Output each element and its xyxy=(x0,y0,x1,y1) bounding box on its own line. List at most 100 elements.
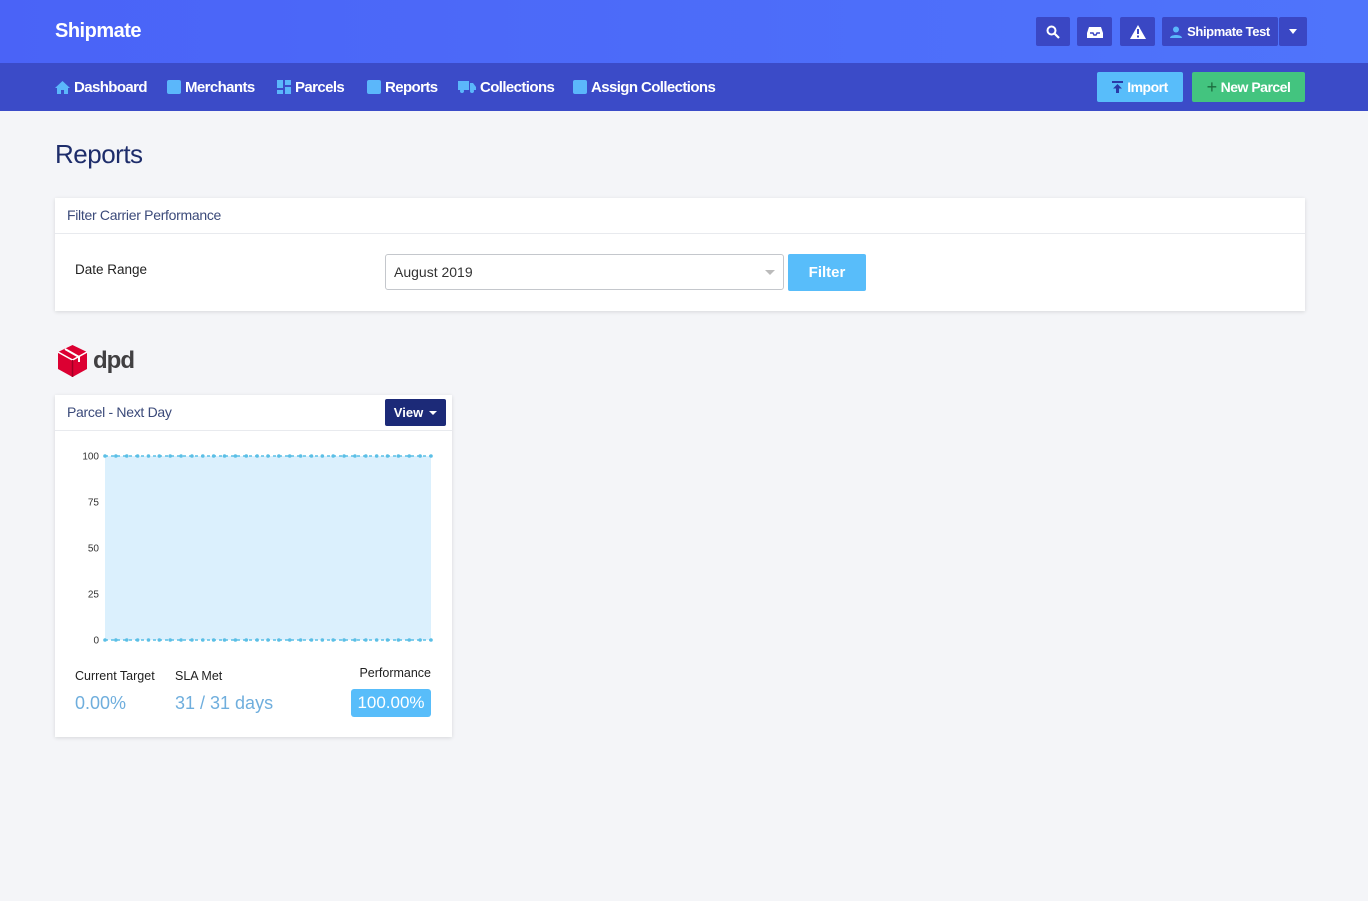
filter-card: Filter Carrier Performance Date Range Au… xyxy=(55,198,1305,311)
date-range-label: Date Range xyxy=(75,262,148,277)
series-area xyxy=(105,456,431,640)
chart-icon xyxy=(367,80,381,94)
data-point xyxy=(309,454,314,458)
data-point xyxy=(331,454,336,458)
alerts-button[interactable] xyxy=(1120,17,1155,46)
data-point xyxy=(385,638,390,642)
data-point xyxy=(396,454,401,458)
performance-label: Performance xyxy=(359,666,431,680)
upload-icon xyxy=(1112,81,1124,93)
y-tick-label: 100 xyxy=(82,452,99,463)
clipboard-check-icon xyxy=(573,80,587,94)
user-name: Shipmate Test xyxy=(1187,24,1270,39)
data-point xyxy=(114,638,118,642)
search-button[interactable] xyxy=(1036,17,1070,46)
data-point xyxy=(179,638,183,642)
date-range-value: August 2019 xyxy=(394,264,473,280)
caret-down-icon xyxy=(1289,29,1297,34)
filter-button[interactable]: Filter xyxy=(788,254,866,291)
data-point xyxy=(211,638,216,642)
current-target-label: Current Target xyxy=(75,669,155,683)
data-point xyxy=(418,638,422,642)
data-point xyxy=(309,638,314,642)
import-label: Import xyxy=(1127,79,1168,95)
view-dropdown-button[interactable]: View xyxy=(385,399,446,426)
y-tick-label: 75 xyxy=(88,498,100,509)
nav-parcels[interactable]: Parcels xyxy=(277,63,345,111)
inbox-button[interactable] xyxy=(1077,17,1112,46)
date-range-select[interactable]: August 2019 xyxy=(385,254,784,290)
grid-icon xyxy=(277,80,291,94)
data-point xyxy=(418,454,422,458)
data-point xyxy=(135,454,140,458)
performance-chart: 0 25 50 75 100 xyxy=(82,452,433,647)
data-point xyxy=(298,454,303,458)
inbox-icon xyxy=(1086,26,1103,38)
dpd-logo: dpd xyxy=(58,345,135,377)
nav-label: Dashboard xyxy=(74,78,148,96)
sla-met-label: SLA Met xyxy=(175,669,223,683)
nav-label: Reports xyxy=(385,78,438,96)
data-point xyxy=(168,454,172,458)
data-point xyxy=(211,454,216,458)
data-point xyxy=(244,638,249,642)
data-point xyxy=(146,454,151,458)
data-point xyxy=(201,454,205,458)
data-point xyxy=(222,454,227,458)
data-point xyxy=(190,638,194,642)
data-point xyxy=(320,638,325,642)
data-point xyxy=(266,454,270,458)
data-point xyxy=(277,638,281,642)
caret-down-icon xyxy=(765,270,775,275)
data-point xyxy=(298,638,303,642)
data-point xyxy=(374,638,379,642)
new-parcel-button[interactable]: + New Parcel xyxy=(1192,72,1305,102)
data-point xyxy=(364,638,368,642)
nav-label: Merchants xyxy=(185,78,255,96)
nav-collections[interactable]: Collections xyxy=(458,63,555,111)
data-point xyxy=(244,454,249,458)
y-tick-label: 0 xyxy=(93,636,99,647)
nav-reports[interactable]: Reports xyxy=(367,63,438,111)
data-point xyxy=(233,454,238,458)
data-point xyxy=(124,454,129,458)
data-point xyxy=(179,454,183,458)
user-dropdown-toggle[interactable] xyxy=(1279,17,1307,46)
user-menu-button[interactable]: Shipmate Test xyxy=(1162,17,1278,46)
top-bar: Shipmate Shipmate Test xyxy=(0,0,1368,63)
data-point xyxy=(331,638,336,642)
y-tick-label: 50 xyxy=(88,544,100,555)
filter-card-title: Filter Carrier Performance xyxy=(55,198,1305,234)
data-point xyxy=(114,454,118,458)
data-point xyxy=(135,638,140,642)
nav-label: Parcels xyxy=(295,78,345,96)
data-point xyxy=(374,454,379,458)
brand-logo[interactable]: Shipmate xyxy=(55,20,142,43)
data-point xyxy=(157,638,162,642)
data-point xyxy=(429,454,433,458)
nav-assign-collections[interactable]: Assign Collections xyxy=(573,63,716,111)
page-title: Reports xyxy=(55,139,143,169)
data-point xyxy=(396,638,401,642)
view-label: View xyxy=(393,405,424,420)
data-point xyxy=(124,638,129,642)
home-icon xyxy=(55,80,70,94)
current-target-value: 0.00% xyxy=(75,693,127,713)
data-point xyxy=(287,454,292,458)
data-point xyxy=(342,638,346,642)
data-point xyxy=(255,638,259,642)
nav-merchants[interactable]: Merchants xyxy=(167,63,255,111)
import-button[interactable]: Import xyxy=(1097,72,1183,102)
user-icon xyxy=(1170,26,1183,38)
data-point xyxy=(255,454,259,458)
data-point xyxy=(146,638,151,642)
nav-label: Collections xyxy=(480,78,555,96)
nav-dashboard[interactable]: Dashboard xyxy=(55,63,148,111)
data-point xyxy=(266,638,270,642)
data-point xyxy=(320,454,325,458)
performance-badge: 100.00% xyxy=(351,689,431,717)
dpd-cube-icon xyxy=(58,345,87,377)
y-tick-label: 25 xyxy=(88,590,100,601)
data-point xyxy=(157,454,162,458)
new-parcel-label: New Parcel xyxy=(1220,79,1291,95)
